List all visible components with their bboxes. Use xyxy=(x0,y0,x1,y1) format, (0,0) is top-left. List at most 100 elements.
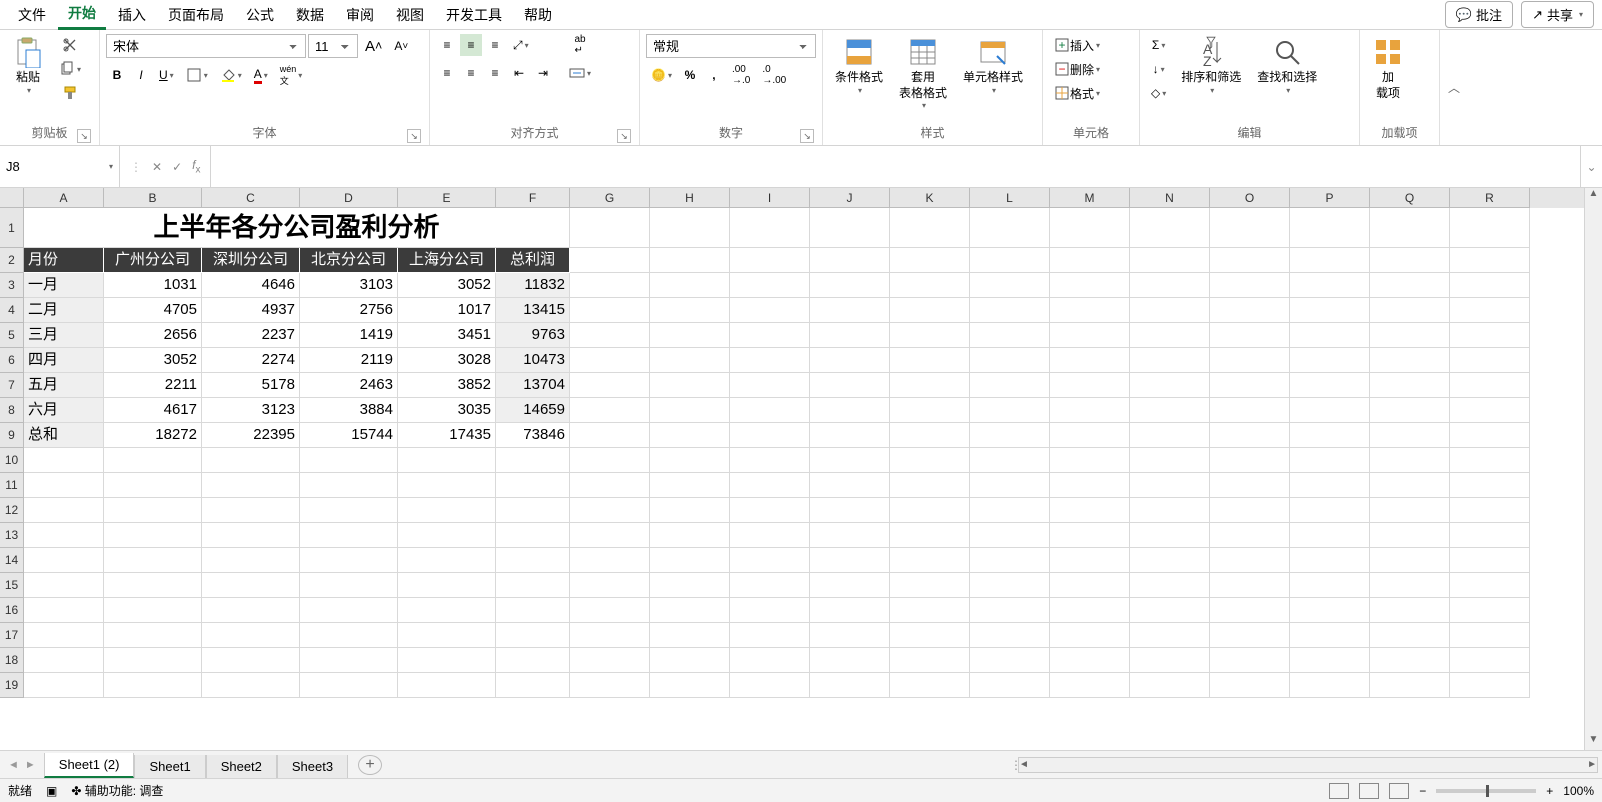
cell[interactable] xyxy=(810,473,890,498)
cell[interactable] xyxy=(300,498,398,523)
cell[interactable]: 3451 xyxy=(398,323,496,348)
align-center-button[interactable]: ≡ xyxy=(460,62,482,84)
cell[interactable] xyxy=(730,673,810,698)
cell[interactable] xyxy=(970,248,1050,273)
cell[interactable] xyxy=(810,273,890,298)
row-header[interactable]: 9 xyxy=(0,423,24,448)
cell[interactable] xyxy=(1050,273,1130,298)
cell[interactable] xyxy=(730,348,810,373)
cell[interactable] xyxy=(398,573,496,598)
cell[interactable] xyxy=(104,448,202,473)
cell[interactable] xyxy=(104,548,202,573)
name-box[interactable]: J8▾ xyxy=(0,146,120,187)
title-cell[interactable]: 上半年各分公司盈利分析 xyxy=(24,208,570,248)
cell[interactable] xyxy=(810,373,890,398)
cell[interactable] xyxy=(24,573,104,598)
cell[interactable]: 1031 xyxy=(104,273,202,298)
cell[interactable] xyxy=(1050,423,1130,448)
cell[interactable] xyxy=(570,523,650,548)
cell[interactable] xyxy=(496,673,570,698)
cell[interactable] xyxy=(496,573,570,598)
cell[interactable] xyxy=(1370,248,1450,273)
cell[interactable]: 北京分公司 xyxy=(300,248,398,273)
cell[interactable] xyxy=(810,573,890,598)
cell[interactable] xyxy=(650,398,730,423)
cell[interactable] xyxy=(1450,623,1530,648)
cell[interactable] xyxy=(570,348,650,373)
cell[interactable] xyxy=(810,423,890,448)
cell[interactable] xyxy=(398,623,496,648)
cell[interactable] xyxy=(1450,208,1530,248)
align-bottom-button[interactable]: ≡ xyxy=(484,34,506,56)
cell[interactable] xyxy=(1050,548,1130,573)
cell[interactable]: 17435 xyxy=(398,423,496,448)
cell[interactable] xyxy=(1130,323,1210,348)
cell[interactable] xyxy=(24,498,104,523)
increase-font-button[interactable]: A˄ xyxy=(360,35,387,57)
cell[interactable]: 5178 xyxy=(202,373,300,398)
row-header[interactable]: 12 xyxy=(0,498,24,523)
percent-button[interactable]: % xyxy=(679,64,701,86)
cell[interactable] xyxy=(570,598,650,623)
cell[interactable] xyxy=(104,498,202,523)
cell[interactable] xyxy=(970,648,1050,673)
column-header[interactable]: G xyxy=(570,188,650,208)
cell[interactable] xyxy=(104,473,202,498)
align-launcher[interactable]: ↘ xyxy=(617,129,631,143)
normal-view-button[interactable] xyxy=(1329,783,1349,799)
merge-cells-button[interactable]: ▾ xyxy=(564,62,596,84)
cell[interactable] xyxy=(570,373,650,398)
cell[interactable] xyxy=(890,323,970,348)
cell[interactable] xyxy=(570,323,650,348)
cell[interactable] xyxy=(24,448,104,473)
cell[interactable] xyxy=(1450,298,1530,323)
cell[interactable] xyxy=(570,673,650,698)
cell[interactable] xyxy=(202,573,300,598)
clipboard-launcher[interactable]: ↘ xyxy=(77,129,91,143)
column-header[interactable]: N xyxy=(1130,188,1210,208)
cell[interactable] xyxy=(1130,448,1210,473)
align-left-button[interactable]: ≡ xyxy=(436,62,458,84)
cell[interactable] xyxy=(1370,323,1450,348)
row-header[interactable]: 1 xyxy=(0,208,24,248)
font-size-select[interactable]: 11 xyxy=(308,34,358,58)
cell[interactable] xyxy=(890,573,970,598)
cell[interactable] xyxy=(570,298,650,323)
cell[interactable] xyxy=(1050,498,1130,523)
cell[interactable] xyxy=(1210,573,1290,598)
cell[interactable] xyxy=(1450,598,1530,623)
cell[interactable] xyxy=(1210,373,1290,398)
comma-button[interactable]: , xyxy=(703,64,725,86)
cell[interactable] xyxy=(1050,448,1130,473)
cell[interactable]: 总利润 xyxy=(496,248,570,273)
menu-tab-视图[interactable]: 视图 xyxy=(386,1,434,29)
cell[interactable] xyxy=(104,523,202,548)
cell[interactable] xyxy=(1450,373,1530,398)
cell[interactable] xyxy=(1290,398,1370,423)
align-middle-button[interactable]: ≡ xyxy=(460,34,482,56)
cell[interactable] xyxy=(1130,273,1210,298)
format-painter-button[interactable] xyxy=(54,82,86,104)
cell[interactable]: 二月 xyxy=(24,298,104,323)
cell[interactable] xyxy=(650,298,730,323)
cell[interactable] xyxy=(1130,398,1210,423)
tab-scroll-right-button[interactable]: ► xyxy=(25,759,36,771)
cell[interactable] xyxy=(496,598,570,623)
cell[interactable] xyxy=(970,448,1050,473)
cell[interactable]: 2274 xyxy=(202,348,300,373)
cell[interactable] xyxy=(1130,673,1210,698)
cell[interactable] xyxy=(24,598,104,623)
cell[interactable] xyxy=(1210,248,1290,273)
cell[interactable] xyxy=(1050,398,1130,423)
cell[interactable] xyxy=(730,473,810,498)
align-top-button[interactable]: ≡ xyxy=(436,34,458,56)
cell[interactable]: 4937 xyxy=(202,298,300,323)
cell[interactable] xyxy=(104,573,202,598)
cell[interactable] xyxy=(1290,273,1370,298)
cell[interactable] xyxy=(1450,523,1530,548)
cell[interactable] xyxy=(890,548,970,573)
cell[interactable] xyxy=(1130,648,1210,673)
tab-scroll-left-button[interactable]: ◄ xyxy=(8,759,19,771)
cell[interactable] xyxy=(1290,648,1370,673)
cell[interactable] xyxy=(570,473,650,498)
